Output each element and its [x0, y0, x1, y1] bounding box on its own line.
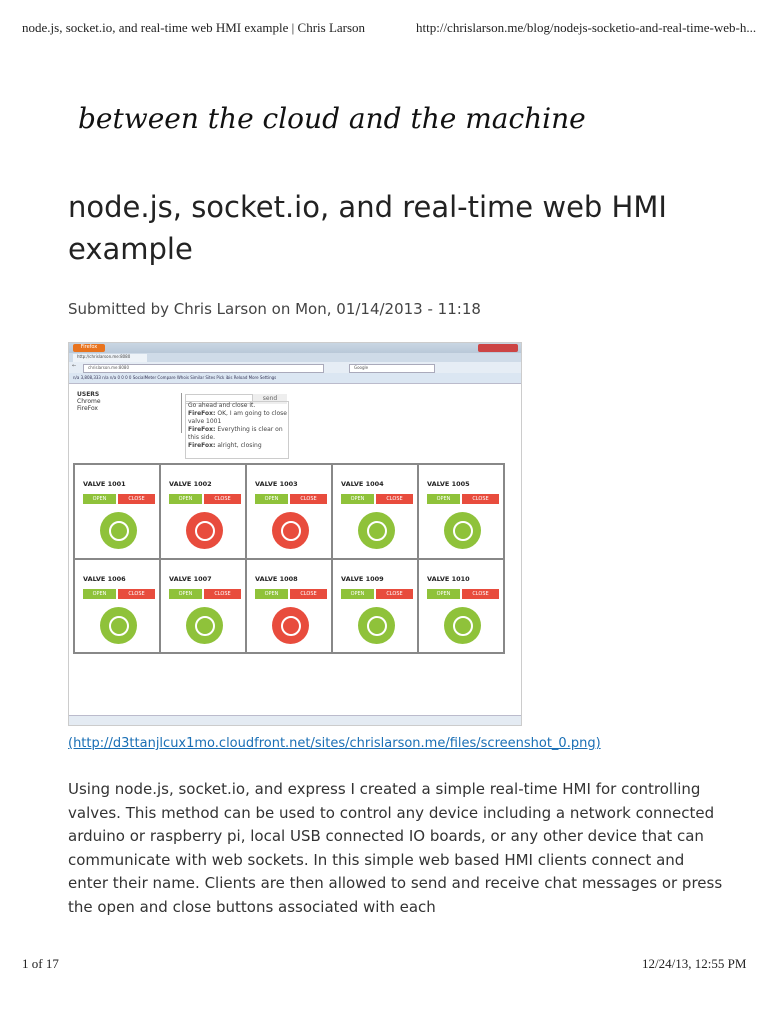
open-button: OPEN	[83, 588, 116, 599]
submitted-line: Submitted by Chris Larson on Mon, 01/14/…	[68, 300, 481, 318]
valve-name: VALVE 1004	[341, 480, 384, 488]
print-header-title: node.js, socket.io, and real-time web HM…	[22, 20, 366, 35]
back-icon: ←	[72, 363, 77, 369]
close-button: CLOSE	[118, 588, 155, 599]
site-name[interactable]: between the cloud and the machine	[78, 102, 586, 135]
url-bar: chrislarson.me:8080	[83, 364, 324, 373]
valve-status-indicator	[100, 512, 137, 549]
valve-status-indicator	[186, 512, 223, 549]
browser-tab: http://chrislarson.me:8080	[73, 354, 147, 362]
valve-card: VALVE 1006 OPEN CLOSE	[74, 558, 160, 653]
open-button: OPEN	[341, 588, 374, 599]
valve-name: VALVE 1002	[169, 480, 212, 488]
open-button: OPEN	[255, 494, 288, 504]
chat-text: alright, closing	[215, 442, 262, 449]
page-title: node.js, socket.io, and real-time web HM…	[68, 190, 667, 266]
valve-card: VALVE 1001 OPEN CLOSE	[74, 464, 160, 559]
window-controls	[478, 344, 518, 352]
valve-card: VALVE 1004 OPEN CLOSE	[332, 464, 418, 559]
valve-status-indicator	[444, 606, 481, 644]
valve-name: VALVE 1003	[255, 480, 298, 488]
open-button: OPEN	[83, 494, 116, 504]
print-datetime: 12/24/13, 12:55 PM	[642, 956, 747, 971]
chat-message: FireFox: alright, closing	[188, 442, 288, 450]
valve-name: VALVE 1007	[169, 574, 212, 583]
close-button: CLOSE	[290, 494, 327, 504]
article-body: Using node.js, socket.io, and express I …	[68, 780, 723, 916]
valve-card: VALVE 1002 OPEN CLOSE	[160, 464, 246, 559]
close-button: CLOSE	[376, 588, 413, 599]
close-button: CLOSE	[118, 494, 155, 504]
open-button: OPEN	[427, 494, 460, 504]
close-button: CLOSE	[290, 588, 327, 599]
chat-author: FireFox:	[188, 426, 216, 433]
image-link[interactable]: (http://d3ttanjlcux1mo.cloudfront.net/si…	[68, 736, 601, 751]
valve-name: VALVE 1010	[427, 574, 470, 583]
users-title: USERS	[77, 391, 100, 398]
open-button: OPEN	[169, 494, 202, 504]
user: Chrome	[77, 398, 101, 405]
browser-titlebar: Firefox	[69, 343, 521, 353]
valve-status-indicator	[358, 606, 395, 644]
valve-name: VALVE 1001	[83, 480, 126, 488]
valve-card: VALVE 1008 OPEN CLOSE	[246, 558, 332, 653]
valve-status-indicator	[444, 512, 481, 549]
close-button: CLOSE	[204, 588, 241, 599]
valve-status-indicator	[358, 512, 395, 549]
valve-name: VALVE 1006	[83, 574, 126, 583]
valve-card: VALVE 1003 OPEN CLOSE	[246, 464, 332, 559]
chat-log: Go ahead and close it. FireFox: OK, I am …	[185, 401, 289, 459]
valve-status-indicator	[272, 512, 309, 549]
chat-message: Go ahead and close it.	[188, 402, 288, 410]
valve-card: VALVE 1005 OPEN CLOSE	[418, 464, 504, 559]
chat-text: Go ahead and close it.	[188, 402, 256, 409]
browser-statusbar	[69, 715, 521, 725]
users-list: USERS Chrome FireFox	[77, 391, 101, 412]
close-button: CLOSE	[462, 494, 499, 504]
article-screenshot[interactable]: Firefox http://chrislarson.me:8080 ← chr…	[68, 342, 522, 726]
close-button: CLOSE	[376, 494, 413, 504]
chat-author: FireFox:	[188, 410, 216, 417]
open-button: OPEN	[255, 588, 288, 599]
page-number: 1 of 17	[22, 956, 59, 971]
valve-name: VALVE 1005	[427, 480, 470, 488]
valve-status-indicator	[272, 606, 309, 644]
user: FireFox	[77, 405, 98, 412]
valve-name: VALVE 1009	[341, 574, 384, 583]
chat-message: FireFox: Everything is clear on this sid…	[188, 426, 288, 442]
close-button: CLOSE	[462, 588, 499, 599]
valve-status-indicator	[186, 606, 223, 644]
firefox-button: Firefox	[73, 344, 105, 352]
search-bar: Google	[349, 364, 435, 373]
bookmarks-bar: n/a 3,808,333 n/a n/a 0 0 0 0 SocialMete…	[69, 373, 521, 384]
valve-name: VALVE 1008	[255, 574, 298, 583]
chat-author: FireFox:	[188, 442, 216, 449]
valve-card: VALVE 1010 OPEN CLOSE	[418, 558, 504, 653]
close-button: CLOSE	[204, 494, 241, 504]
valve-card: VALVE 1009 OPEN CLOSE	[332, 558, 418, 653]
valve-card: VALVE 1007 OPEN CLOSE	[160, 558, 246, 653]
chat-message: FireFox: OK, I am going to close valve 1…	[188, 410, 288, 426]
open-button: OPEN	[341, 494, 374, 504]
open-button: OPEN	[169, 588, 202, 599]
open-button: OPEN	[427, 588, 460, 599]
valve-grid: VALVE 1001 OPEN CLOSE VALVE 1002 OPEN CL…	[73, 463, 505, 654]
print-header-url: http://chrislarson.me/blog/nodejs-socket…	[416, 20, 757, 35]
valve-status-indicator	[100, 606, 137, 644]
